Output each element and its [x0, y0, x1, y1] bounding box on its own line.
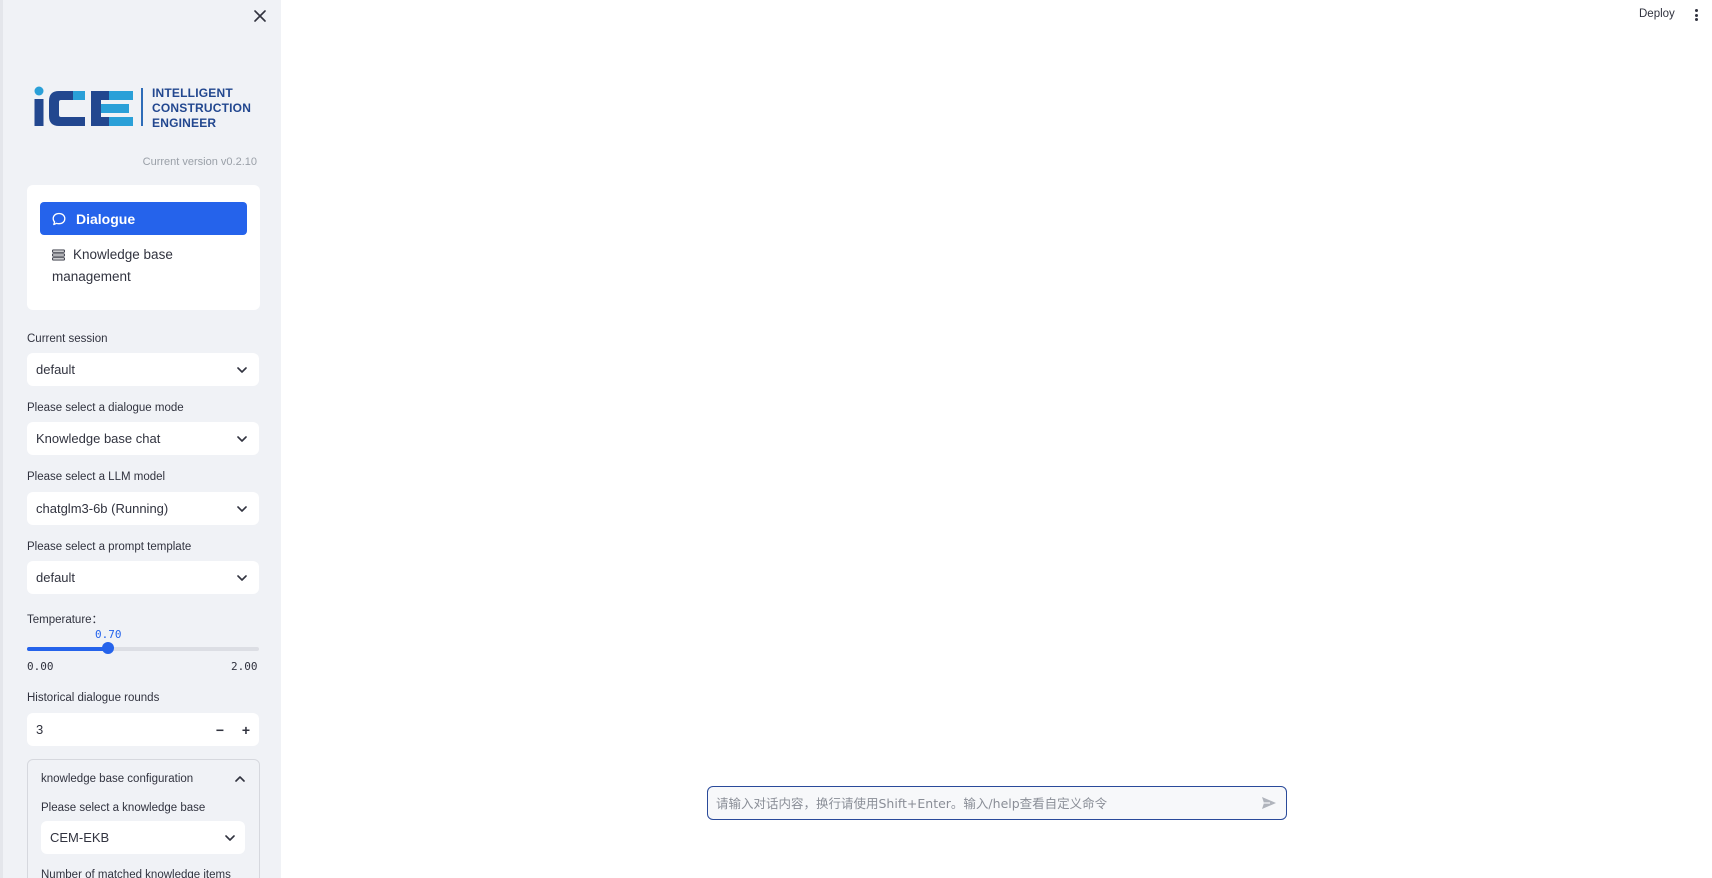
temperature-value: 0.70 [95, 628, 122, 641]
logo-tagline-line: ENGINEER [152, 116, 217, 130]
kb-config-expander: knowledge base configuration Please sele… [27, 759, 260, 878]
history-rounds-label: Historical dialogue rounds [27, 692, 160, 704]
select-value: chatglm3-6b (Running) [36, 501, 169, 516]
stack-icon [52, 247, 65, 267]
chat-input-box [707, 786, 1287, 820]
close-sidebar-button[interactable] [252, 8, 268, 24]
ice-logo-mark [34, 86, 133, 126]
chevron-up-icon [235, 776, 245, 782]
nav-item-label: Dialogue [76, 210, 136, 227]
chat-bubble-icon [52, 212, 66, 226]
chevron-down-icon [237, 574, 247, 581]
kebab-dot [1694, 18, 1698, 21]
dialogue-mode-label: Please select a dialogue mode [27, 402, 184, 414]
logo-tagline-line: CONSTRUCTION [152, 101, 252, 115]
nav-item-dialogue[interactable]: Dialogue [40, 202, 247, 235]
version-label: Current version v0.2.10 [142, 156, 257, 168]
select-value: default [36, 570, 76, 585]
kb-select-label: Please select a knowledge base [41, 802, 206, 814]
current-session-select[interactable]: default [27, 353, 259, 386]
chevron-down-icon [237, 366, 247, 373]
chat-input[interactable] [708, 787, 1252, 819]
increment-button[interactable]: + [233, 713, 259, 746]
close-icon [254, 10, 266, 22]
logo-tagline-line: INTELLIGENT [152, 86, 233, 100]
temperature-min: 0.00 [27, 660, 54, 673]
nav-item-label: Knowledge base management [52, 247, 173, 284]
temperature-slider-thumb[interactable] [102, 642, 115, 654]
deploy-button[interactable]: Deploy [1639, 8, 1675, 20]
send-button[interactable] [1252, 787, 1286, 819]
kebab-dot [1694, 9, 1698, 12]
logo-divider [141, 88, 143, 126]
kebab-dot [1694, 13, 1698, 17]
kb-config-header[interactable]: knowledge base configuration [28, 760, 259, 798]
select-value: default [36, 362, 76, 377]
send-icon [1262, 797, 1276, 809]
logo-tagline: INTELLIGENT CONSTRUCTION ENGINEER [152, 86, 251, 131]
app-logo: INTELLIGENT CONSTRUCTION ENGINEER [33, 86, 263, 132]
history-rounds-input[interactable]: 3 [27, 722, 207, 737]
temperature-slider-fill [27, 647, 109, 651]
temperature-slider-track[interactable] [27, 647, 259, 651]
llm-model-label: Please select a LLM model [27, 471, 166, 483]
temperature-max: 2.00 [231, 660, 258, 673]
prompt-template-label: Please select a prompt template [27, 541, 192, 553]
main-menu-button[interactable] [1692, 7, 1700, 23]
chevron-down-icon [237, 505, 247, 512]
prompt-template-select[interactable]: default [27, 561, 259, 594]
chevron-down-icon [237, 435, 247, 442]
llm-model-select[interactable]: chatglm3-6b (Running) [27, 492, 259, 525]
nav-item-knowledge-base-management[interactable]: Knowledge base management [40, 245, 247, 287]
sidebar: INTELLIGENT CONSTRUCTION ENGINEER Curren… [0, 0, 281, 878]
chevron-down-icon [225, 834, 235, 841]
temperature-label: Temperature： [27, 614, 104, 626]
kb-config-title: knowledge base configuration [41, 773, 194, 785]
dialogue-mode-select[interactable]: Knowledge base chat [27, 422, 259, 455]
nav-menu: Dialogue Knowledge base management [27, 185, 260, 310]
select-value: CEM-EKB [50, 830, 110, 845]
kb-top-k-label: Number of matched knowledge items [41, 869, 231, 878]
current-session-label: Current session [27, 333, 108, 345]
history-rounds-stepper: 3 − + [27, 713, 259, 746]
decrement-button[interactable]: − [207, 713, 233, 746]
select-value: Knowledge base chat [36, 431, 161, 446]
knowledge-base-select[interactable]: CEM-EKB [41, 821, 245, 854]
